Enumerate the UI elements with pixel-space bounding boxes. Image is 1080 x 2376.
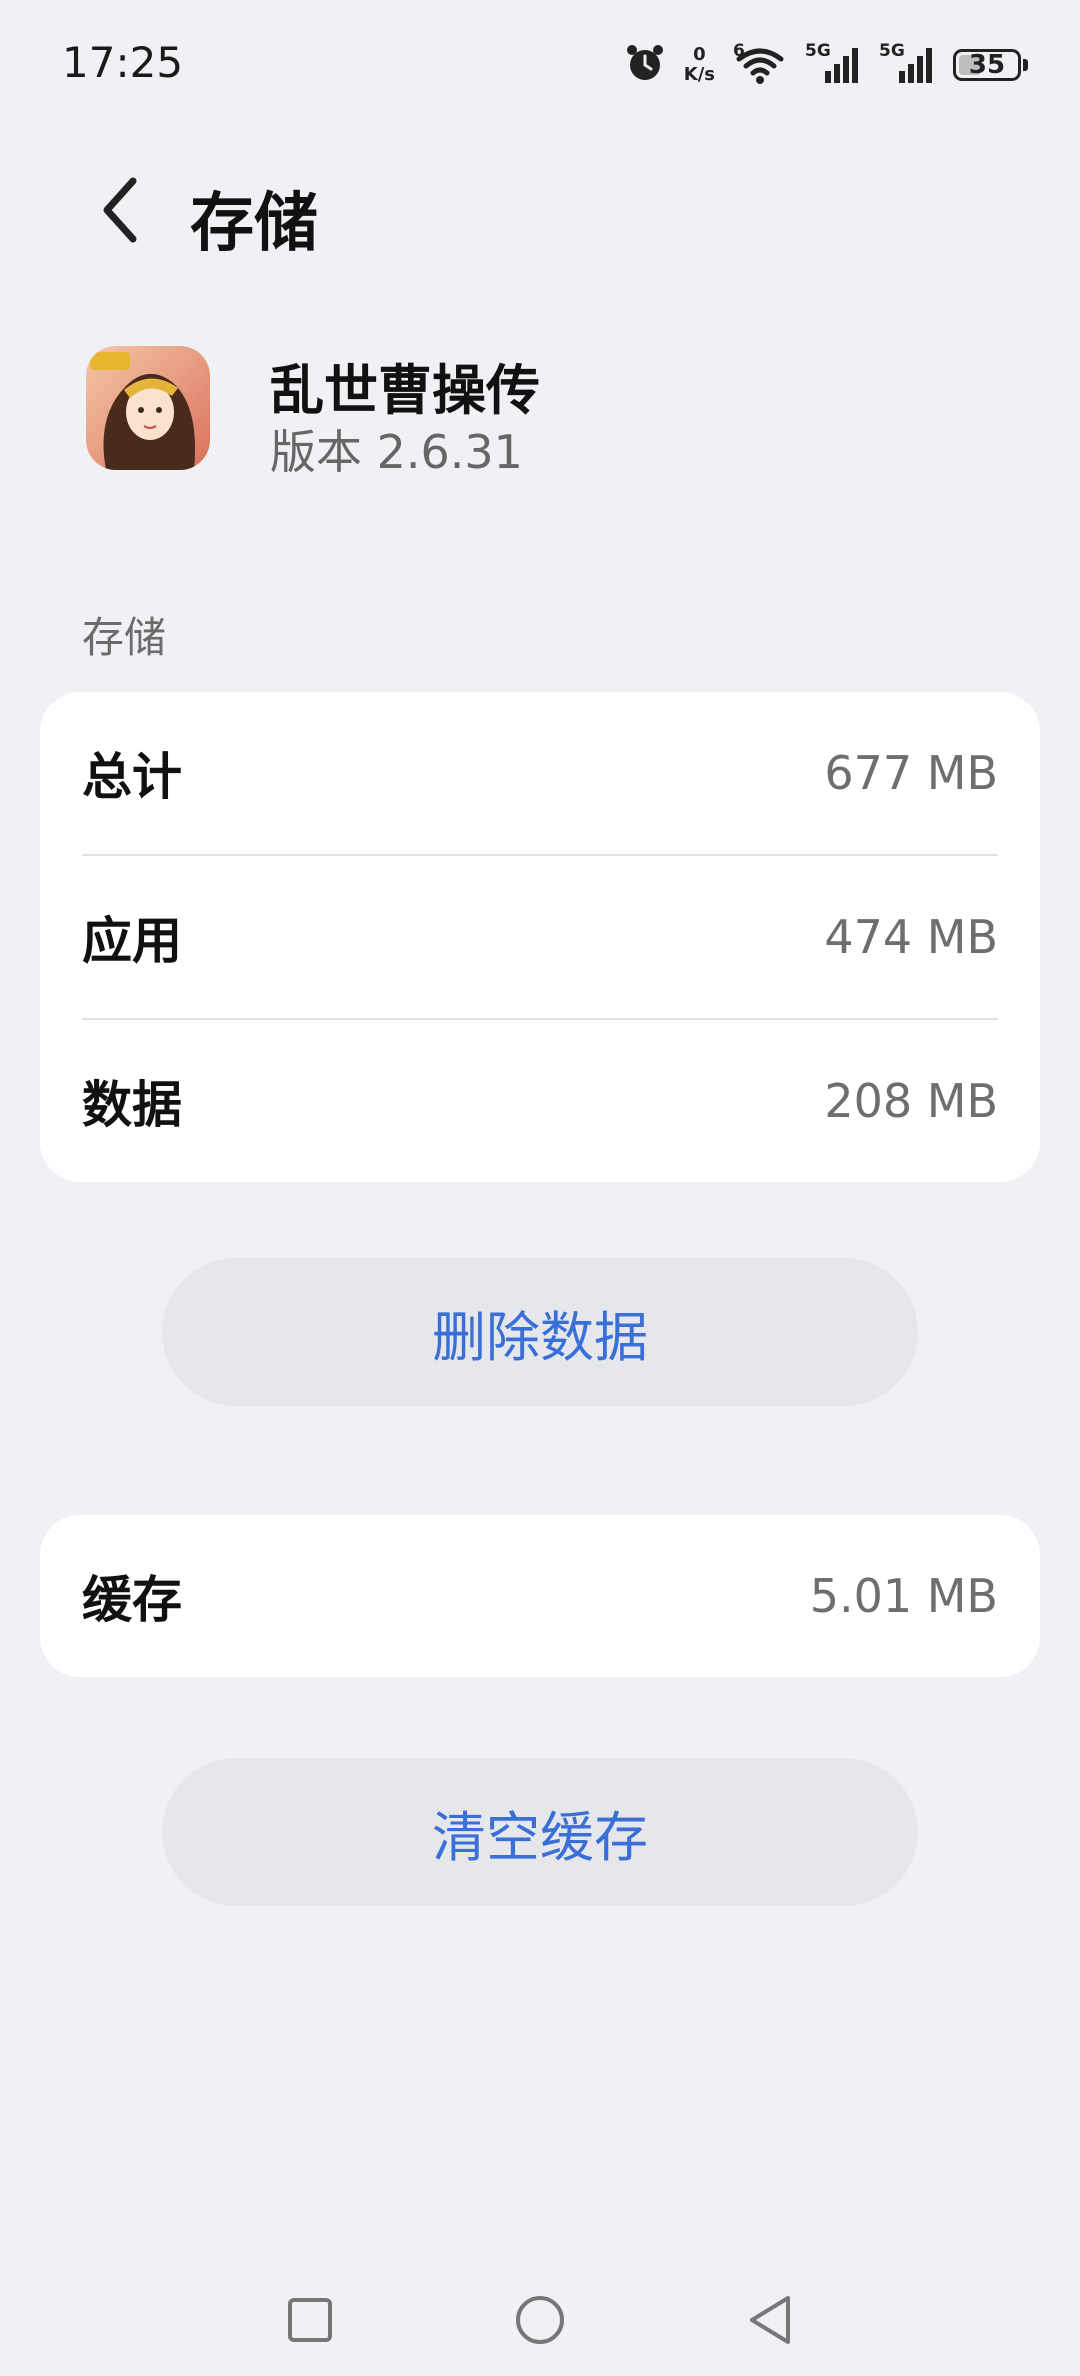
back-button[interactable]: [80, 170, 160, 250]
storage-card: 总计 677 MB 应用 474 MB 数据 208 MB: [40, 692, 1040, 1182]
storage-row-app: 应用 474 MB: [82, 854, 998, 1018]
recents-square-icon: [288, 2298, 332, 2342]
navigation-bar: [0, 2270, 1080, 2370]
delete-data-button[interactable]: 删除数据: [162, 1258, 918, 1406]
wifi-badge: 6: [733, 41, 745, 61]
alarm-icon: [624, 42, 666, 88]
sim2-label: 5G: [879, 41, 905, 61]
status-icons: 0 K/s 6 5G 5G 35: [624, 40, 1028, 90]
status-bar: 17:25 0 K/s 6 5G 5G 35: [0, 0, 1080, 130]
app-name: 乱世曹操传: [270, 359, 540, 422]
recents-button[interactable]: [280, 2290, 340, 2350]
storage-settings-page: 17:25 0 K/s 6 5G 5G 35 存储 乱世曹操传 版本 2.6.3…: [0, 0, 1080, 2376]
app-icon: [86, 346, 210, 470]
wifi-icon: 6: [733, 41, 787, 85]
header: 存储: [0, 150, 1080, 261]
row-value: 677 MB: [824, 746, 998, 800]
page-title: 存储: [190, 187, 318, 261]
back-triangle-icon: [750, 2296, 790, 2344]
net-speed-indicator: 0 K/s: [684, 45, 715, 85]
battery-tip: [1023, 59, 1028, 71]
row-label: 总计: [82, 748, 182, 806]
row-label: 数据: [82, 1076, 182, 1134]
battery-icon: 35: [953, 49, 1028, 81]
signal-icon: 5G: [879, 41, 935, 85]
row-label: 应用: [82, 912, 182, 970]
sim1-label: 5G: [805, 41, 831, 61]
row-value: 474 MB: [824, 910, 998, 964]
cache-card: 缓存 5.01 MB: [40, 1515, 1040, 1677]
back-nav-button[interactable]: [740, 2290, 800, 2350]
section-label-storage: 存储: [82, 613, 167, 662]
row-label: 缓存: [82, 1571, 182, 1629]
row-value: 5.01 MB: [809, 1569, 998, 1623]
net-speed-unit: K/s: [683, 64, 715, 85]
battery-level: 35: [968, 50, 1006, 80]
cache-row: 缓存 5.01 MB: [82, 1515, 998, 1677]
app-info: 乱世曹操传 版本 2.6.31: [0, 330, 1080, 480]
home-button[interactable]: [510, 2290, 570, 2350]
storage-row-data: 数据 208 MB: [82, 1018, 998, 1182]
status-time: 17:25: [62, 38, 184, 87]
chevron-left-icon: [103, 177, 137, 243]
storage-row-total: 总计 677 MB: [82, 692, 998, 854]
app-version: 版本 2.6.31: [270, 425, 523, 479]
home-circle-icon: [516, 2296, 564, 2344]
battery-body: 35: [953, 49, 1021, 81]
row-value: 208 MB: [824, 1074, 998, 1128]
signal-icon: 5G: [805, 41, 861, 85]
clear-cache-button[interactable]: 清空缓存: [162, 1758, 918, 1906]
net-speed-value: 0: [693, 44, 706, 65]
